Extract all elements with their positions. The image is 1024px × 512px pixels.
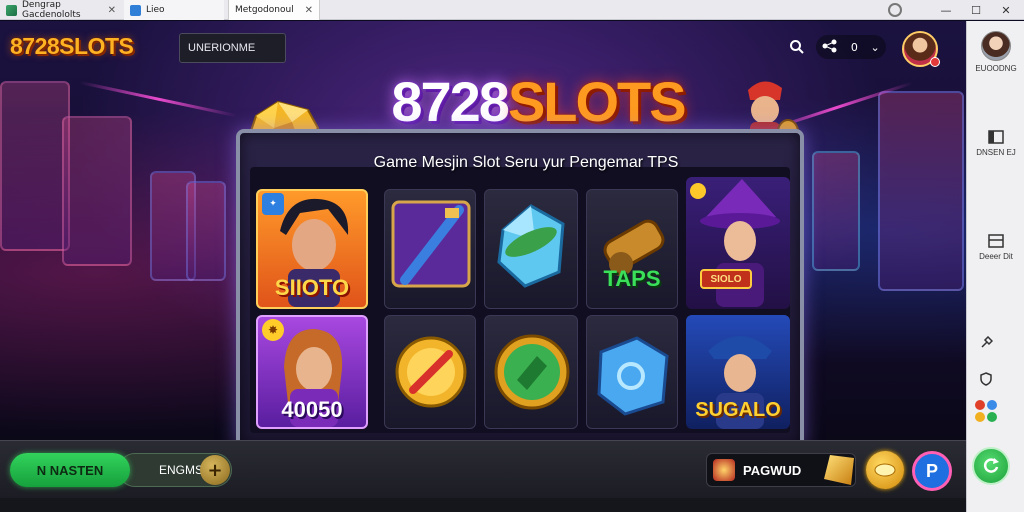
reel-cell[interactable]: TAPS: [586, 189, 678, 309]
symbol-card-hero-female[interactable]: 40050 ✸: [256, 315, 368, 429]
dot: [987, 400, 997, 410]
bet-label: ENGMS: [159, 463, 204, 477]
dot: [987, 412, 997, 422]
sidebar-profile-label: EUOODNG: [975, 64, 1017, 73]
tab-favicon: [130, 4, 141, 16]
slot-machine-frame: SIIOTO ✦ 40050 ✸ TAPS SIOLO SUGALO: [236, 129, 804, 440]
search-field[interactable]: [179, 33, 286, 63]
hero-title-number: 8728: [391, 70, 510, 133]
play-button[interactable]: N NASTEN: [10, 453, 130, 487]
game-stage: 8728SLOTS 0 ⌄ 8728SLOTS: [0, 21, 966, 440]
minimize-button[interactable]: —: [932, 0, 960, 20]
reel-cell[interactable]: [384, 189, 476, 309]
card-label: SIOLO: [700, 269, 752, 289]
neon-ray: [79, 81, 237, 118]
browser-titlebar: Dengrap Gacdenololts ✕ Lieo Metgodonoul …: [0, 0, 1024, 20]
arcade-machine-bg: [186, 181, 226, 281]
promo-label: PAGWUD: [743, 462, 802, 478]
browser-profile-icon[interactable]: [888, 3, 902, 17]
chevron-down-icon[interactable]: ⌄: [870, 41, 879, 54]
refresh-icon: [983, 458, 999, 473]
ice-cube-icon: [597, 336, 669, 416]
footer-strip: [0, 498, 966, 512]
search-input[interactable]: [180, 34, 285, 62]
star-badge-icon: ✸: [262, 319, 284, 341]
sidebar-profile[interactable]: EUOODNG: [967, 31, 1024, 73]
card-label: SIIOTO: [274, 275, 350, 300]
tab-label: Lieo: [146, 5, 165, 15]
coin-icon: [874, 463, 896, 477]
tab-close-icon[interactable]: ✕: [305, 5, 313, 16]
dot: [975, 412, 985, 422]
payment-button[interactable]: P: [912, 451, 952, 491]
card-label: 40050: [281, 397, 343, 422]
tab-favicon: [6, 4, 17, 16]
avatar: [981, 31, 1011, 61]
add-bet-button[interactable]: +: [200, 455, 230, 485]
arcade-machine-bg: [812, 151, 860, 271]
arcade-machine-bg: [62, 116, 132, 266]
right-sidebar: EUOODNG DNSEN EJ Deeer Dit: [966, 21, 1024, 512]
symbol-card-witch[interactable]: SIOLO: [686, 177, 790, 309]
sidebar-item-1[interactable]: DNSEN EJ: [967, 129, 1024, 157]
notification-count: 0: [850, 40, 858, 54]
reel-area: SIIOTO ✦ 40050 ✸ TAPS SIOLO SUGALO: [250, 167, 790, 433]
promo-icon: [713, 459, 735, 481]
hero-subtitle: Game Mesjin Slot Seru yur Pengemar TPS: [373, 154, 679, 171]
apps-grid-icon[interactable]: [975, 400, 997, 422]
card-label: TAPS: [603, 266, 661, 291]
sidebar-item-label: DNSEN EJ: [976, 148, 1016, 157]
coin-button[interactable]: [866, 451, 904, 489]
tab-dengrap[interactable]: Dengrap Gacdenololts ✕: [0, 0, 122, 20]
witch-portrait: [690, 179, 780, 307]
arcade-machine-bg: [0, 81, 70, 251]
refresh-fab-button[interactable]: [972, 447, 1010, 485]
gem-ice-icon: [497, 204, 565, 288]
search-icon[interactable]: [786, 36, 808, 58]
notification-pill[interactable]: 0 ⌄: [816, 35, 886, 59]
header-toolbar: 0 ⌄: [786, 35, 886, 59]
card-label: SUGALO: [695, 399, 781, 421]
window-icon: [987, 129, 1005, 145]
tab-label: Metgodonoul: [235, 5, 294, 15]
sidebar-item-label: Deeer Dit: [979, 252, 1013, 261]
reel-cell[interactable]: [586, 315, 678, 429]
compass-medal-icon: [395, 336, 467, 408]
sidebar-item-2[interactable]: Deeer Dit: [967, 233, 1024, 261]
reel-cell[interactable]: [484, 315, 578, 429]
site-logo[interactable]: 8728SLOTS: [10, 33, 134, 60]
symbol-card-hero-male[interactable]: SIIOTO ✦: [256, 189, 368, 309]
badge-icon: ✦: [262, 193, 284, 215]
panel-icon: [987, 233, 1005, 249]
arcade-machine-bg: [878, 91, 964, 291]
tab-label: Dengrap Gacdenololts: [22, 0, 81, 20]
close-window-button[interactable]: ✕: [992, 0, 1020, 20]
shield-icon[interactable]: [975, 368, 997, 390]
tab-metgodonoul[interactable]: Metgodonoul ✕: [228, 0, 320, 20]
reel-cell[interactable]: [484, 189, 578, 309]
cannon-icon: [603, 219, 665, 276]
maximize-button[interactable]: ☐: [962, 0, 990, 20]
hero-title-word: SLOTS: [507, 70, 687, 133]
tab-lieo[interactable]: Lieo: [124, 0, 224, 20]
green-medal-icon: [494, 334, 570, 410]
network-icon: [822, 39, 838, 56]
pin-icon[interactable]: [975, 332, 997, 354]
bottom-action-bar: ENGMS N NASTEN + PAGWUD P: [0, 440, 966, 498]
sword-icon: [391, 200, 471, 288]
dot: [975, 400, 985, 410]
tab-close-icon[interactable]: ✕: [108, 5, 116, 16]
hero-title: 8728SLOTS: [348, 70, 728, 134]
symbol-card-pirate[interactable]: SUGALO: [686, 315, 790, 429]
notification-dot: [930, 57, 940, 67]
reel-cell[interactable]: [384, 315, 476, 429]
